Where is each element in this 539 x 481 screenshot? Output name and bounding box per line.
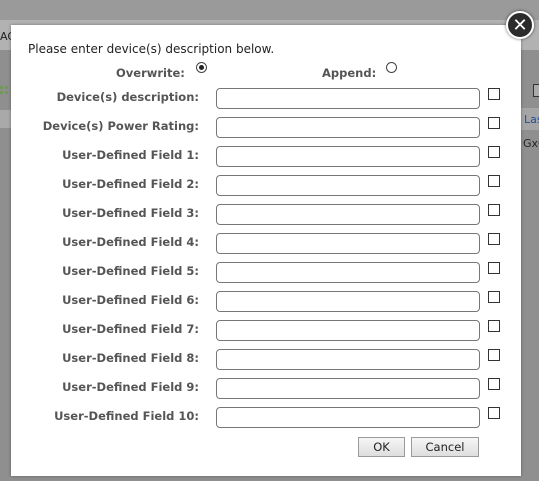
field-label: User-Defined Field 1: bbox=[62, 148, 199, 162]
close-icon[interactable]: ✕ bbox=[506, 11, 534, 39]
field-input[interactable] bbox=[216, 407, 480, 428]
background-right-link: Las bbox=[524, 113, 539, 126]
field-checkbox[interactable] bbox=[488, 204, 500, 216]
field-input[interactable] bbox=[216, 262, 480, 283]
field-checkbox[interactable] bbox=[488, 146, 500, 158]
field-row: User-Defined Field 8: bbox=[11, 349, 521, 370]
field-checkbox[interactable] bbox=[488, 233, 500, 245]
background-toolbar bbox=[0, 0, 539, 20]
field-checkbox[interactable] bbox=[488, 88, 500, 100]
field-label: User-Defined Field 8: bbox=[62, 351, 199, 365]
append-label: Append: bbox=[322, 66, 377, 80]
field-label: User-Defined Field 10: bbox=[54, 409, 199, 423]
network-icon bbox=[0, 86, 9, 96]
field-row: User-Defined Field 4: bbox=[11, 233, 521, 254]
overwrite-radio[interactable] bbox=[196, 62, 207, 73]
field-input[interactable] bbox=[216, 175, 480, 196]
field-checkbox[interactable] bbox=[488, 175, 500, 187]
background-right-text: GxO bbox=[523, 137, 539, 150]
field-row: Device(s) Power Rating: bbox=[11, 117, 521, 138]
append-radio[interactable] bbox=[386, 62, 397, 73]
field-checkbox[interactable] bbox=[488, 262, 500, 274]
field-input[interactable] bbox=[216, 320, 480, 341]
field-label: Device(s) Power Rating: bbox=[42, 119, 199, 133]
field-row: User-Defined Field 9: bbox=[11, 378, 521, 399]
field-checkbox[interactable] bbox=[488, 349, 500, 361]
field-input[interactable] bbox=[216, 117, 480, 138]
field-label: User-Defined Field 3: bbox=[62, 206, 199, 220]
field-checkbox[interactable] bbox=[488, 117, 500, 129]
field-checkbox[interactable] bbox=[488, 291, 500, 303]
field-input[interactable] bbox=[216, 233, 480, 254]
field-checkbox[interactable] bbox=[488, 407, 500, 419]
cancel-button[interactable]: Cancel bbox=[411, 437, 479, 457]
dialog-intro-text: Please enter device(s) description below… bbox=[28, 42, 275, 56]
field-input[interactable] bbox=[216, 88, 480, 109]
overwrite-label: Overwrite: bbox=[116, 66, 185, 80]
field-label: User-Defined Field 9: bbox=[62, 380, 199, 394]
field-row: User-Defined Field 1: bbox=[11, 146, 521, 167]
field-row: Device(s) description: bbox=[11, 88, 521, 109]
field-input[interactable] bbox=[216, 291, 480, 312]
field-checkbox[interactable] bbox=[488, 320, 500, 332]
field-row: User-Defined Field 5: bbox=[11, 262, 521, 283]
field-label: User-Defined Field 2: bbox=[62, 177, 199, 191]
ok-button[interactable]: OK bbox=[358, 437, 405, 457]
field-input[interactable] bbox=[216, 204, 480, 225]
field-input[interactable] bbox=[216, 146, 480, 167]
field-input[interactable] bbox=[216, 349, 480, 370]
field-input[interactable] bbox=[216, 378, 480, 399]
field-label: User-Defined Field 5: bbox=[62, 264, 199, 278]
field-row: User-Defined Field 6: bbox=[11, 291, 521, 312]
device-description-dialog: Please enter device(s) description below… bbox=[11, 25, 521, 476]
field-row: User-Defined Field 7: bbox=[11, 320, 521, 341]
field-checkbox[interactable] bbox=[488, 378, 500, 390]
field-row: User-Defined Field 2: bbox=[11, 175, 521, 196]
background-checkbox bbox=[533, 84, 539, 97]
field-row: User-Defined Field 10: bbox=[11, 407, 521, 428]
field-label: Device(s) description: bbox=[56, 90, 199, 104]
field-row: User-Defined Field 3: bbox=[11, 204, 521, 225]
field-label: User-Defined Field 6: bbox=[62, 293, 199, 307]
field-label: User-Defined Field 4: bbox=[62, 235, 199, 249]
field-label: User-Defined Field 7: bbox=[62, 322, 199, 336]
